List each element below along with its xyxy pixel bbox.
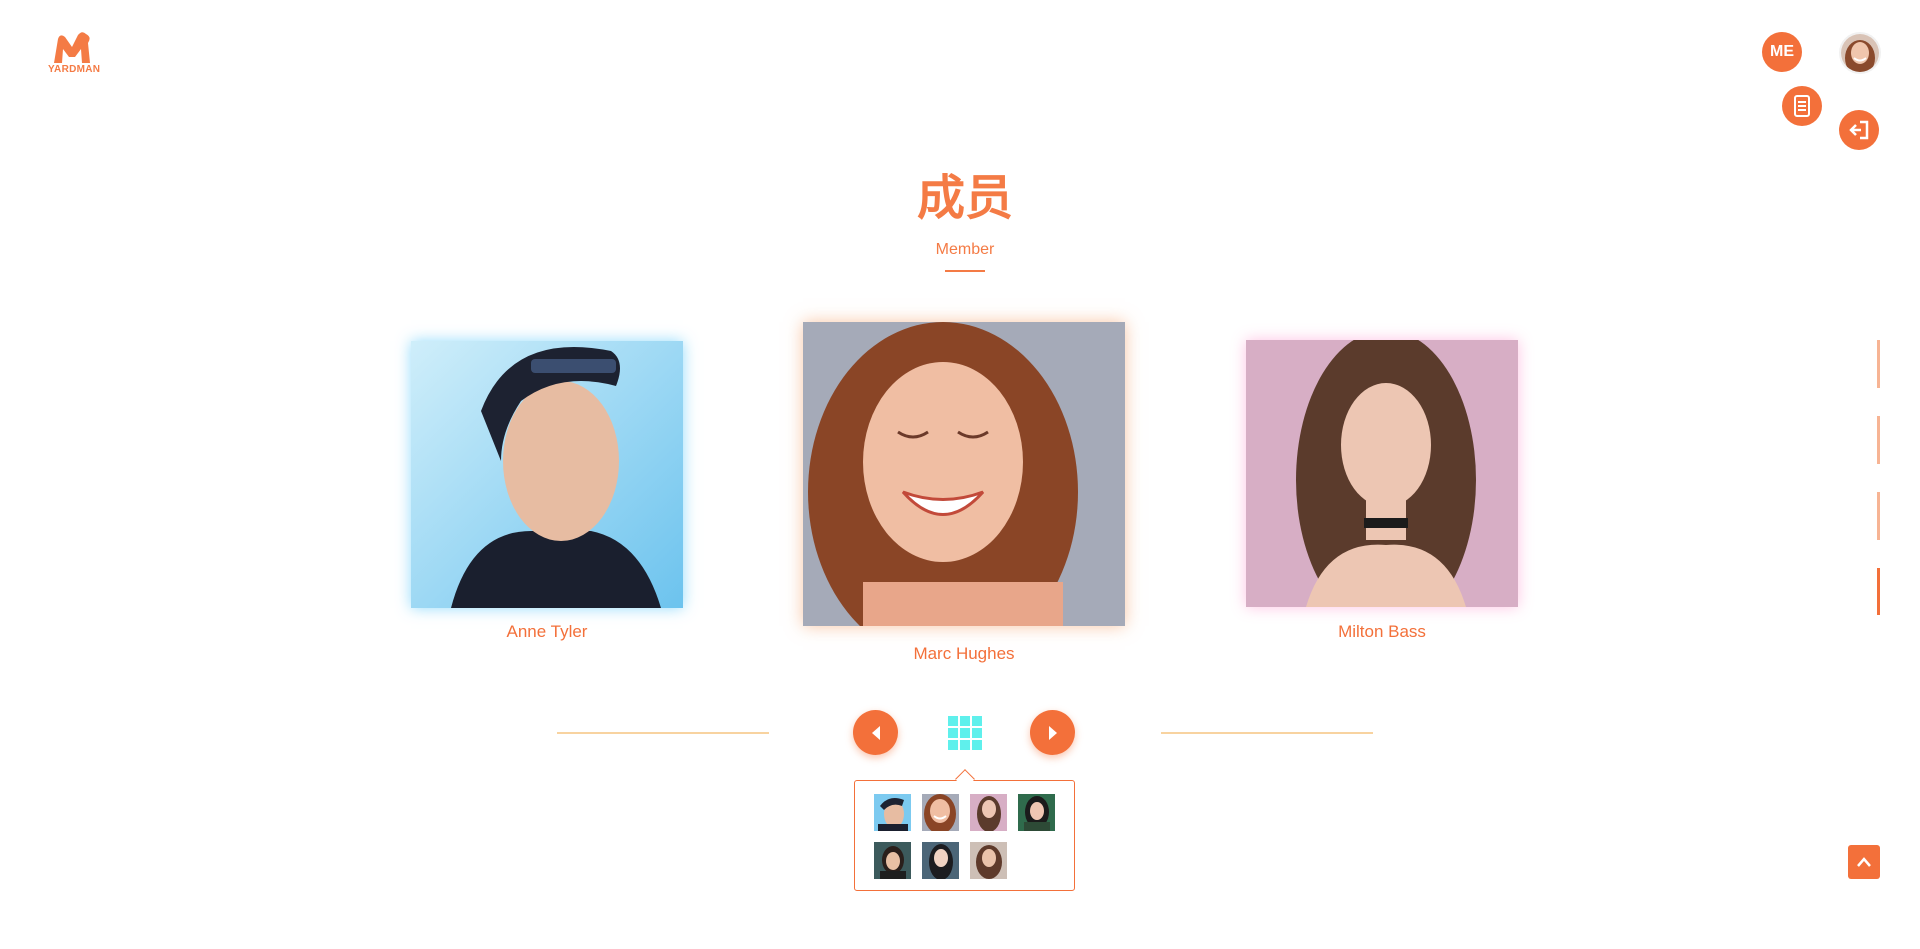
m-logo-icon bbox=[54, 32, 90, 63]
section-title: 成员 bbox=[916, 170, 1013, 226]
me-button[interactable]: ME bbox=[1762, 32, 1802, 72]
brand-name: YARDMAN bbox=[48, 64, 101, 75]
scroll-segment-active[interactable] bbox=[1877, 568, 1880, 615]
document-icon bbox=[1794, 95, 1810, 117]
member-thumbnail[interactable] bbox=[922, 794, 959, 831]
member-thumbnail[interactable] bbox=[1018, 794, 1055, 831]
member-name: Anne Tyler bbox=[506, 622, 588, 641]
member-page: YARDMAN ME 成员 Member Anne Tyler Marc Hug… bbox=[0, 0, 1920, 949]
member-photo[interactable] bbox=[1246, 340, 1518, 607]
member-thumbnail[interactable] bbox=[874, 842, 911, 879]
member-thumbnail[interactable] bbox=[922, 842, 959, 879]
section-subtitle: Member bbox=[935, 241, 995, 258]
chevron-left-icon bbox=[871, 725, 880, 740]
prev-button[interactable] bbox=[853, 710, 898, 755]
member-thumbnail[interactable] bbox=[970, 842, 1007, 879]
member-photo[interactable] bbox=[803, 322, 1125, 626]
member-photo[interactable] bbox=[411, 341, 683, 608]
grid-icon[interactable] bbox=[948, 716, 982, 750]
back-to-top-button[interactable] bbox=[1848, 845, 1880, 879]
title-underline bbox=[945, 270, 985, 272]
chevron-up-icon bbox=[1857, 857, 1871, 867]
logout-icon bbox=[1849, 120, 1869, 140]
divider-line bbox=[1161, 732, 1373, 734]
scroll-segment[interactable] bbox=[1877, 492, 1880, 540]
divider-line bbox=[557, 732, 769, 734]
logout-button[interactable] bbox=[1839, 110, 1879, 150]
avatar[interactable] bbox=[1839, 32, 1881, 74]
member-name: Milton Bass bbox=[1338, 622, 1426, 641]
member-name: Marc Hughes bbox=[913, 644, 1015, 663]
scroll-segment[interactable] bbox=[1877, 340, 1880, 388]
chevron-right-icon bbox=[1048, 725, 1057, 740]
scroll-segment[interactable] bbox=[1877, 416, 1880, 464]
next-button[interactable] bbox=[1030, 710, 1075, 755]
member-thumbnail[interactable] bbox=[874, 794, 911, 831]
member-thumbnail[interactable] bbox=[970, 794, 1007, 831]
document-button[interactable] bbox=[1782, 86, 1822, 126]
section-scroll-indicator[interactable] bbox=[1877, 340, 1880, 615]
